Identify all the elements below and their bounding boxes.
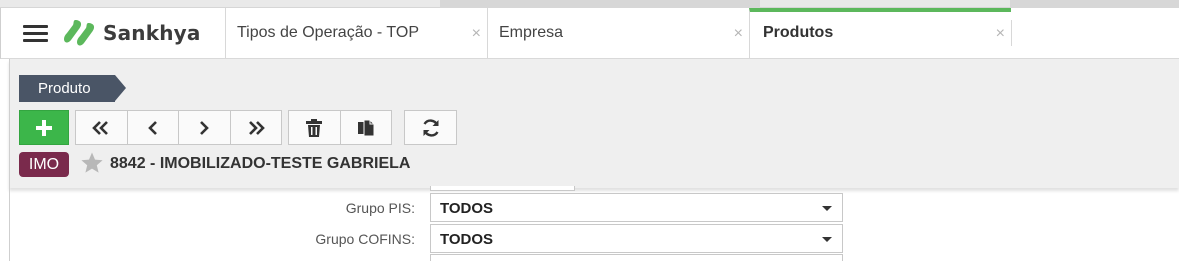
copy-icon — [357, 119, 375, 136]
close-icon[interactable]: × — [734, 25, 743, 43]
partial-field[interactable] — [430, 186, 575, 191]
tab-label: Produtos — [763, 24, 834, 41]
tab-divider — [1011, 20, 1012, 46]
last-record-icon — [248, 120, 265, 135]
select-value: TODOS — [440, 200, 494, 217]
grupo-pis-label: Grupo PIS: — [345, 200, 415, 216]
grupo-pis-select[interactable]: TODOS — [430, 193, 843, 222]
previous-record-button[interactable] — [128, 111, 179, 144]
grupo-cofins-select[interactable]: TODOS — [430, 224, 843, 253]
last-record-button[interactable] — [231, 111, 282, 144]
tab-produtos[interactable]: Produtos × — [749, 8, 1011, 58]
next-record-button[interactable] — [179, 111, 231, 144]
delete-button[interactable] — [289, 111, 341, 144]
tab-bar: Sankhya Tipos de Operação - TOP × Empres… — [0, 8, 1179, 59]
partial-field[interactable] — [430, 254, 843, 261]
record-type-badge: IMO — [19, 152, 69, 177]
caret-down-icon — [822, 237, 832, 242]
plus-icon — [36, 119, 52, 136]
tab-tipos-de-operacao[interactable]: Tipos de Operação - TOP × — [225, 8, 487, 58]
add-button[interactable] — [19, 110, 69, 145]
close-icon[interactable]: × — [996, 25, 1005, 43]
caret-down-icon — [822, 206, 832, 211]
duplicate-button[interactable] — [341, 111, 392, 144]
menu-icon[interactable] — [23, 25, 48, 43]
record-title: 8842 - IMOBILIZADO-TESTE GABRIELA — [110, 155, 411, 172]
close-icon[interactable]: × — [472, 25, 481, 43]
app-window: Sankhya Tipos de Operação - TOP × Empres… — [0, 0, 1179, 261]
logo: Sankhya — [61, 18, 201, 48]
select-value: TODOS — [440, 231, 494, 248]
logo-mark-icon — [64, 20, 95, 46]
previous-record-icon — [147, 120, 157, 135]
record-actions — [288, 110, 392, 145]
next-record-icon — [200, 120, 210, 135]
refresh-button[interactable] — [404, 110, 457, 145]
trash-icon — [306, 118, 323, 137]
favorite-star-icon[interactable] — [80, 151, 104, 175]
refresh-icon — [422, 118, 439, 137]
logo-text: Sankhya — [103, 21, 201, 45]
top-strip — [0, 0, 1179, 8]
first-record-icon — [92, 120, 109, 135]
tab-empresa[interactable]: Empresa × — [487, 8, 749, 58]
tab-label: Empresa — [499, 24, 564, 41]
first-record-button[interactable] — [76, 111, 128, 144]
tab-label: Tipos de Operação - TOP — [237, 24, 420, 41]
breadcrumb-label: Produto — [19, 75, 115, 102]
breadcrumb-arrow — [115, 75, 126, 101]
grupo-cofins-label: Grupo COFINS: — [315, 231, 415, 247]
form-left-border — [9, 188, 10, 261]
breadcrumb[interactable]: Produto — [19, 75, 126, 102]
record-navigation — [75, 110, 282, 145]
